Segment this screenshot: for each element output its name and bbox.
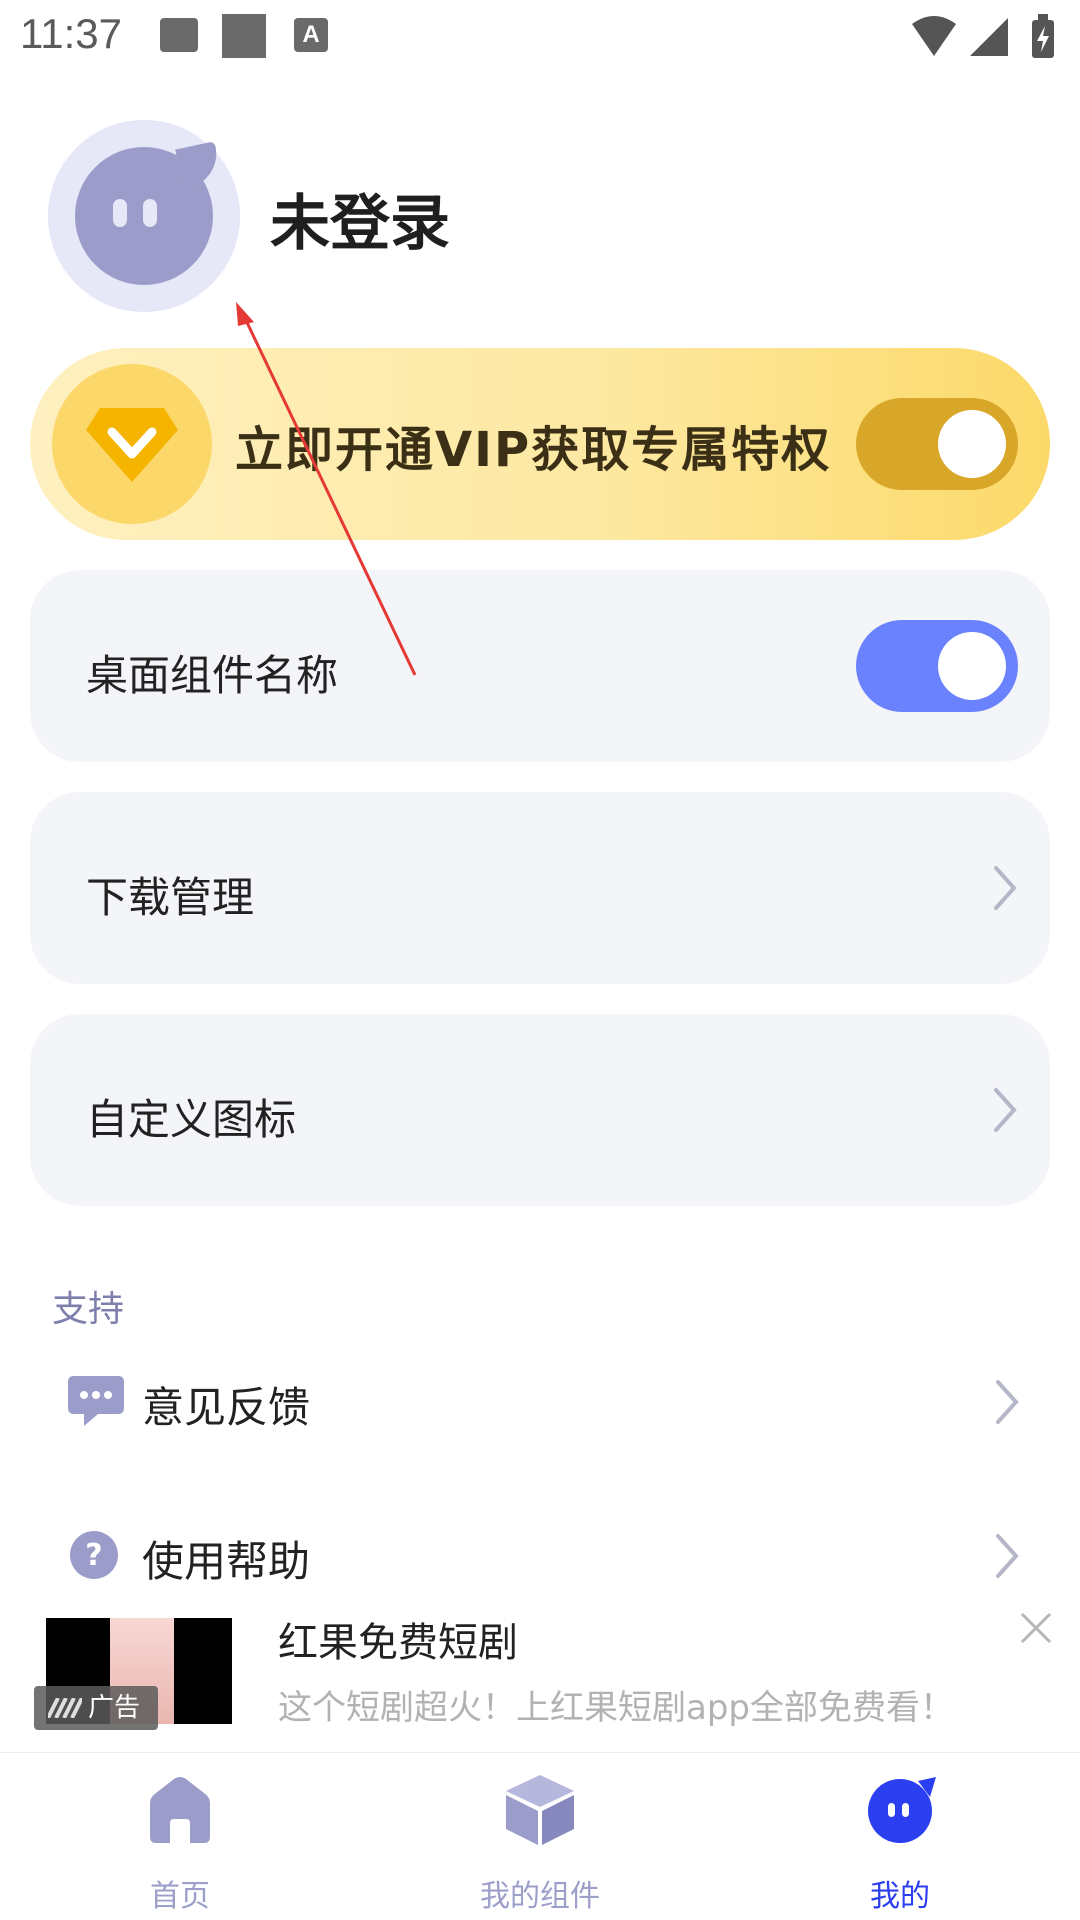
custom-icon-card[interactable]: 自定义图标 xyxy=(30,1014,1050,1206)
ad-banner[interactable]: 广告 红果免费短剧 这个短剧超火！上红果短剧app全部免费看！ xyxy=(0,1600,1080,1748)
chevron-right-icon xyxy=(994,1088,1017,1132)
tab-home[interactable]: 首页 xyxy=(80,1771,280,1914)
help-label: 使用帮助 xyxy=(142,1537,311,1586)
status-bar: 11:37 A xyxy=(0,0,1080,74)
widget-name-card: 桌面组件名称 xyxy=(30,570,1050,762)
cube-icon xyxy=(506,1775,574,1845)
tab-home-label: 首页 xyxy=(150,1879,210,1914)
feedback-label: 意见反馈 xyxy=(142,1383,311,1432)
mascot-avatar-icon xyxy=(75,141,223,285)
avatar[interactable] xyxy=(48,120,240,312)
ad-description: 这个短剧超火！上红果短剧app全部免费看！ xyxy=(278,1688,954,1728)
vip-badge xyxy=(52,364,212,524)
square-icon xyxy=(222,14,266,58)
tab-me[interactable]: 我的 xyxy=(800,1771,1000,1914)
login-status[interactable]: 未登录 xyxy=(270,175,450,262)
chat-bubble-icon xyxy=(68,1376,124,1426)
svg-text:?: ? xyxy=(85,1538,102,1573)
wifi-icon xyxy=(912,16,956,56)
download-management-label: 下载管理 xyxy=(86,873,255,922)
widget-name-label: 桌面组件名称 xyxy=(86,651,339,700)
vip-banner[interactable]: 立即开通VIP获取专属特权 xyxy=(30,348,1050,540)
mascot-icon xyxy=(868,1777,936,1843)
chevron-right-icon xyxy=(994,866,1017,910)
chevron-right-icon xyxy=(996,1534,1019,1578)
toggle-knob xyxy=(938,410,1006,478)
battery-charging-icon xyxy=(1032,14,1054,58)
tab-my-widgets-label: 我的组件 xyxy=(480,1879,600,1914)
image-icon xyxy=(160,18,198,52)
chevron-right-icon xyxy=(996,1380,1019,1424)
ad-badge: 广告 xyxy=(34,1686,158,1730)
help-row[interactable]: ? 使用帮助 xyxy=(60,1516,1040,1596)
help-circle-icon: ? xyxy=(70,1531,118,1579)
tab-me-label: 我的 xyxy=(870,1879,930,1914)
download-management-card[interactable]: 下载管理 xyxy=(30,792,1050,984)
widget-name-toggle[interactable] xyxy=(856,620,1018,712)
a-icon: A xyxy=(294,18,328,52)
diamond-icon xyxy=(86,408,178,482)
home-icon xyxy=(150,1777,210,1843)
system-status-icons xyxy=(912,14,1054,58)
status-time: 11:37 xyxy=(20,10,122,57)
signal-icon xyxy=(970,18,1008,56)
tab-my-widgets[interactable]: 我的组件 xyxy=(440,1771,640,1914)
ad-title: 红果免费短剧 xyxy=(278,1620,518,1666)
bottom-tab-bar: 首页 我的组件 我的 xyxy=(0,1752,1080,1920)
ad-badge-label: 广告 xyxy=(88,1693,141,1723)
vip-promo-text: 立即开通VIP获取专属特权 xyxy=(235,422,832,478)
feedback-row[interactable]: 意见反馈 xyxy=(60,1362,1040,1442)
ad-logo-icon xyxy=(48,1698,82,1718)
close-icon[interactable] xyxy=(1016,1608,1056,1648)
support-section-title: 支持 xyxy=(52,1289,125,1330)
toggle-knob xyxy=(938,632,1006,700)
vip-toggle[interactable] xyxy=(856,398,1018,490)
custom-icon-label: 自定义图标 xyxy=(86,1095,297,1144)
